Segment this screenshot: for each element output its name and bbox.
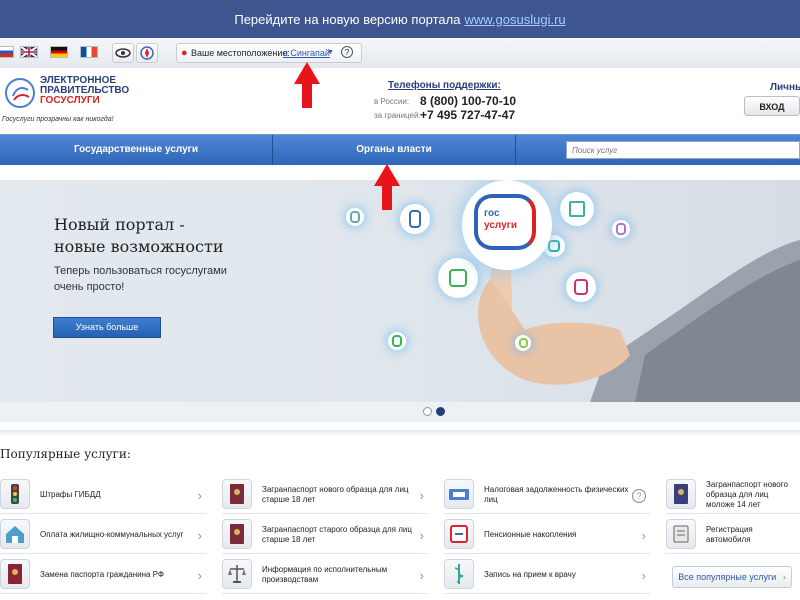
service-item[interactable]: Пенсионные накопления › xyxy=(444,517,650,554)
slide-dot-1[interactable] xyxy=(423,407,432,416)
chevron-right-icon: › xyxy=(197,568,202,583)
site-header: ЭЛЕКТРОННОЕ ПРАВИТЕЛЬСТВО ГОСУСЛУГИ Госу… xyxy=(0,68,800,134)
chevron-right-icon: › xyxy=(419,488,424,503)
service-item[interactable]: Штрафы ГИБДД › xyxy=(0,477,206,514)
service-label: Пенсионные накопления xyxy=(484,530,577,539)
chevron-right-icon: › xyxy=(419,528,424,543)
chevron-right-icon: › xyxy=(641,568,646,583)
service-label: Налоговая задолженность физических лиц xyxy=(484,485,629,504)
service-item[interactable]: Замена паспорта гражданина РФ › xyxy=(0,557,206,594)
popular-services-title: Популярные услуги: xyxy=(0,447,131,461)
accessibility-eye-icon[interactable] xyxy=(112,43,134,63)
emblem-icon[interactable] xyxy=(4,76,36,110)
chevron-right-icon: › xyxy=(641,528,646,543)
red-arrow-annotation xyxy=(294,62,320,108)
small-service-icon xyxy=(346,208,364,226)
logo-word-gos: гос xyxy=(484,208,500,219)
search-input[interactable] xyxy=(566,141,800,159)
id-card-icon xyxy=(0,559,30,589)
slider-controls xyxy=(0,402,800,422)
help-icon[interactable]: ? xyxy=(632,489,646,503)
service-item[interactable]: Налоговая задолженность физических лиц ? xyxy=(444,477,650,514)
small-service-icon xyxy=(388,332,406,350)
banner-link[interactable]: www.gosuslugi.ru xyxy=(464,12,565,27)
service-label: Запись на прием к врачу xyxy=(484,570,576,579)
support-abroad-phone: +7 495 727-47-47 xyxy=(420,108,516,122)
chevron-right-icon: › xyxy=(197,488,202,503)
service-label: Информация по исполнительным производств… xyxy=(262,565,388,584)
all-popular-services-button[interactable]: Все популярные услуги › xyxy=(672,566,792,588)
logo-line3: ГОСУСЛУГИ xyxy=(40,95,100,106)
service-label: Загранпаспорт нового образца для лиц ста… xyxy=(262,485,409,504)
compass-icon[interactable] xyxy=(136,43,158,63)
logo-word-uslugi: услуги xyxy=(484,220,517,231)
hero-title-line1: Новый портал - xyxy=(54,215,185,234)
service-item[interactable]: Загранпаспорт нового образца для лиц ста… xyxy=(222,477,428,514)
chevron-right-icon: › xyxy=(419,568,424,583)
form-icon xyxy=(438,258,478,298)
logo-slogan: Госуслуги прозрачны как никогда! xyxy=(2,116,114,123)
service-label: Оплата жилищно-коммунальных услуг xyxy=(40,530,184,539)
small-service-icon xyxy=(515,335,531,351)
medical-icon xyxy=(444,559,474,589)
learn-more-button[interactable]: Узнать больше xyxy=(53,317,161,338)
passport-icon xyxy=(222,519,252,549)
nav-item-services[interactable]: Государственные услуги xyxy=(0,135,272,165)
service-item[interactable]: Запись на прием к врачу › xyxy=(444,557,650,594)
red-arrow-annotation xyxy=(374,164,400,210)
service-item[interactable]: Загранпаспорт старого образца для лиц ст… xyxy=(222,517,428,554)
calculator-icon xyxy=(566,272,596,302)
location-selector[interactable]: ● Ваше местоположение: п Сингапай ▼ ? xyxy=(176,43,362,63)
service-label: Загранпаспорт старого образца для лиц ст… xyxy=(262,525,412,544)
hero-sub-line2: очень просто! xyxy=(54,281,125,293)
house-icon xyxy=(0,519,30,549)
service-item[interactable]: Оплата жилищно-коммунальных услуг › xyxy=(0,517,206,554)
chevron-down-icon[interactable]: ▼ xyxy=(327,44,334,62)
service-label: Штрафы ГИБДД xyxy=(40,490,101,499)
service-label: Замена паспорта гражданина РФ xyxy=(40,570,164,579)
hero-sub-line1: Теперь пользоваться госуслугами xyxy=(54,265,227,277)
support-russia-label: в России: xyxy=(374,97,410,106)
location-label: Ваше местоположение: xyxy=(191,48,290,58)
support-title[interactable]: Телефоны поддержки: xyxy=(388,80,501,91)
document-icon xyxy=(612,220,630,238)
service-item[interactable]: Загранпаспорт нового образца для лиц мол… xyxy=(666,477,800,514)
new-portal-banner: Перейдите на новую версию портала www.go… xyxy=(0,0,800,38)
slide-dot-2-active[interactable] xyxy=(436,407,445,416)
location-pin-icon: ● xyxy=(181,47,188,59)
gosuslugi-logo: гос услуги xyxy=(462,180,552,270)
help-icon[interactable]: ? xyxy=(341,46,353,58)
passport-icon xyxy=(666,479,696,509)
hero-title: Новый портал - новые возможности xyxy=(54,214,224,258)
nav-item-authorities[interactable]: Органы власти xyxy=(273,135,515,165)
hero-title-line2: новые возможности xyxy=(54,237,224,256)
uk-flag-icon[interactable] xyxy=(20,46,38,58)
traffic-light-icon xyxy=(400,204,430,234)
chevron-right-icon: › xyxy=(782,572,786,582)
service-item[interactable]: Информация по исполнительным производств… xyxy=(222,557,428,594)
traffic-light-icon xyxy=(0,479,30,509)
service-label: Регистрация автомобиля xyxy=(706,525,753,544)
german-flag-icon[interactable] xyxy=(50,46,68,58)
plus-icon xyxy=(560,192,594,226)
passport-icon xyxy=(222,479,252,509)
account-label: Личны xyxy=(770,82,800,93)
car-icon xyxy=(666,519,696,549)
utility-bar: ● Ваше местоположение: п Сингапай ▼ ? xyxy=(0,38,800,69)
service-item[interactable]: Регистрация автомобиля xyxy=(666,517,800,554)
pension-icon xyxy=(444,519,474,549)
service-label: Загранпаспорт нового образца для лиц мол… xyxy=(706,480,788,509)
hero-subtitle: Теперь пользоваться госуслугами очень пр… xyxy=(54,263,254,295)
scales-icon xyxy=(222,559,252,589)
banner-text: Перейдите на новую версию портала xyxy=(234,11,461,27)
tax-icon xyxy=(444,479,474,509)
russian-flag-icon[interactable] xyxy=(0,46,14,58)
support-abroad-label: за границей: xyxy=(374,111,421,120)
login-button[interactable]: ВХОД xyxy=(744,96,800,116)
support-russia-phone: 8 (800) 100-70-10 xyxy=(420,94,517,108)
french-flag-icon[interactable] xyxy=(80,46,98,58)
chevron-right-icon: › xyxy=(197,528,202,543)
all-popular-services-label: Все популярные услуги xyxy=(678,572,777,582)
